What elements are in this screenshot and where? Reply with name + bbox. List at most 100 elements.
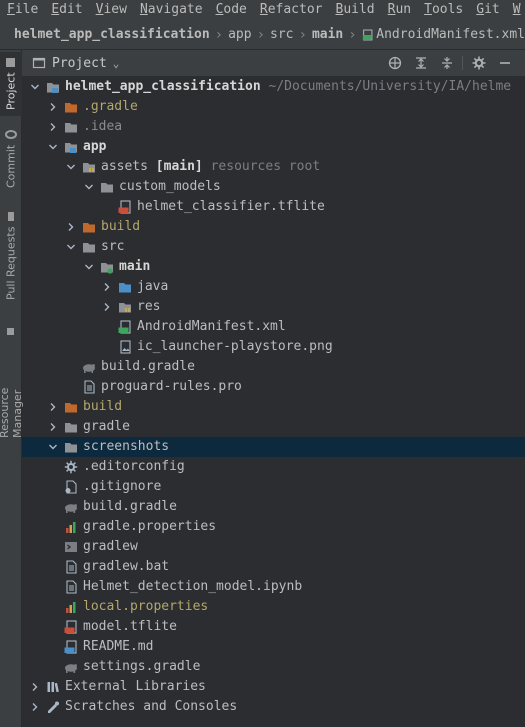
menu-item-code[interactable]: Code: [209, 0, 253, 20]
tree-row[interactable]: helmet_classifier.tflite: [22, 197, 525, 217]
tree-row[interactable]: local.properties: [22, 597, 525, 617]
tree-row[interactable]: custom_models: [22, 177, 525, 197]
menu-item-file[interactable]: File: [0, 0, 44, 20]
chevron-down-icon[interactable]: [82, 257, 96, 277]
breadcrumb-item[interactable]: src: [270, 27, 293, 42]
gear-icon[interactable]: [470, 54, 488, 72]
text-file-icon: [66, 580, 77, 594]
chevron-right-icon[interactable]: [100, 297, 114, 317]
tree-item-name: model.tflite: [83, 619, 177, 634]
hide-icon[interactable]: [496, 54, 514, 72]
tree-row[interactable]: .editorconfig: [22, 457, 525, 477]
manifest-file-icon: [362, 29, 373, 40]
tree-item-label: assets [main] resources root: [101, 157, 320, 177]
chevron-down-icon[interactable]: [64, 237, 78, 257]
menu-item-build[interactable]: Build: [329, 0, 381, 20]
tree-row[interactable]: model.tflite: [22, 617, 525, 637]
chevron-right-icon[interactable]: [46, 97, 60, 117]
tab-project[interactable]: Project: [0, 52, 22, 116]
chevron-right-icon[interactable]: [28, 677, 42, 697]
menu-item-w[interactable]: W: [506, 0, 525, 20]
tree-row[interactable]: res: [22, 297, 525, 317]
chevron-right-icon[interactable]: [100, 277, 114, 297]
tree-row[interactable]: proguard-rules.pro: [22, 377, 525, 397]
tree-row[interactable]: gradlew: [22, 537, 525, 557]
tree-item-label: build: [101, 217, 140, 237]
chevron-right-icon[interactable]: [28, 697, 42, 717]
chevron-down-icon[interactable]: [64, 157, 78, 177]
chevron-down-icon[interactable]: [82, 177, 96, 197]
scratches-icon: [48, 701, 59, 713]
tree-row[interactable]: Helmet_detection_model.ipynb: [22, 577, 525, 597]
project-panel-header: Project ⌄: [22, 50, 525, 76]
menu-item-navigate[interactable]: Navigate: [133, 0, 209, 20]
breadcrumb-item[interactable]: helmet_app_classification: [14, 27, 210, 42]
tree-row[interactable]: build: [22, 217, 525, 237]
tree-row[interactable]: helmet_app_classification ~/Documents/Un…: [22, 77, 525, 97]
chevron-right-icon[interactable]: [64, 217, 78, 237]
tree-row[interactable]: gradle.properties: [22, 517, 525, 537]
chevron-down-icon[interactable]: ⌄: [113, 57, 120, 70]
tflite-file-icon: [118, 200, 131, 214]
breadcrumb-file[interactable]: AndroidManifest.xml: [376, 27, 525, 42]
breadcrumb-item[interactable]: app: [228, 27, 251, 42]
tree-row[interactable]: .gradle: [22, 97, 525, 117]
tree-row[interactable]: .idea: [22, 117, 525, 137]
tree-item-name: build: [101, 219, 141, 234]
tab-pull-requests[interactable]: Pull Requests: [0, 206, 22, 306]
tree-row[interactable]: app: [22, 137, 525, 157]
tree-row[interactable]: build.gradle: [22, 357, 525, 377]
tree-row[interactable]: .gitignore: [22, 477, 525, 497]
tree-row[interactable]: build.gradle: [22, 497, 525, 517]
chevron-right-icon: ›: [298, 26, 307, 43]
resource-folder-icon: [119, 303, 131, 313]
tree-row[interactable]: java: [22, 277, 525, 297]
chevron-right-icon[interactable]: [46, 417, 60, 437]
tree-row[interactable]: assets [main] resources root: [22, 157, 525, 177]
tree-item-name: custom_models: [119, 179, 221, 194]
source-set-tag: [main]: [155, 159, 203, 174]
tree-item-label: .editorconfig: [83, 457, 185, 477]
properties-file-icon: [66, 522, 76, 533]
tree-row[interactable]: Scratches and Consoles: [22, 697, 525, 717]
menu-item-refactor[interactable]: Refactor: [253, 0, 329, 20]
menu-item-edit[interactable]: Edit: [44, 0, 88, 20]
chevron-right-icon[interactable]: [46, 117, 60, 137]
panel-title[interactable]: Project: [52, 56, 107, 71]
tree-row[interactable]: AndroidManifest.xml: [22, 317, 525, 337]
tree-row[interactable]: README.md: [22, 637, 525, 657]
tree-item-name: .editorconfig: [83, 459, 185, 474]
menu-item-view[interactable]: View: [89, 0, 133, 20]
chevron-down-icon[interactable]: [28, 77, 42, 97]
menu-item-git[interactable]: Git: [469, 0, 505, 20]
tree-item-label: local.properties: [83, 597, 208, 617]
commit-icon: [5, 130, 17, 139]
tree-row[interactable]: External Libraries: [22, 677, 525, 697]
breadcrumb-item[interactable]: main: [312, 27, 343, 42]
tree-row[interactable]: src: [22, 237, 525, 257]
chevron-down-icon[interactable]: [46, 437, 60, 457]
resource-folder-icon: [83, 163, 95, 173]
tab-commit[interactable]: Commit: [0, 130, 22, 188]
excluded-folder-icon: [65, 103, 77, 113]
tree-row[interactable]: gradle: [22, 417, 525, 437]
tree-row[interactable]: gradlew.bat: [22, 557, 525, 577]
tab-resource-manager-label: Resource Manager: [0, 387, 24, 438]
tree-item-name: gradlew: [83, 539, 138, 554]
tree-row[interactable]: build: [22, 397, 525, 417]
tree-row[interactable]: main: [22, 257, 525, 277]
tree-row[interactable]: ic_launcher-playstore.png: [22, 337, 525, 357]
tree-row[interactable]: settings.gradle: [22, 657, 525, 677]
gradle-elephant-icon: [65, 664, 77, 673]
menu-item-run[interactable]: Run: [381, 0, 417, 20]
tab-resource-manager[interactable]: Resource Manager: [0, 328, 24, 438]
tree-item-label: main: [119, 257, 150, 277]
globe-icon[interactable]: [386, 54, 404, 72]
expand-all-icon[interactable]: [412, 54, 430, 72]
collapse-all-icon[interactable]: [438, 54, 456, 72]
chevron-right-icon[interactable]: [46, 397, 60, 417]
chevron-down-icon[interactable]: [46, 137, 60, 157]
tree-row[interactable]: screenshots: [22, 437, 525, 457]
menu-item-tools[interactable]: Tools: [417, 0, 469, 20]
tree-item-name: AndroidManifest.xml: [137, 319, 286, 334]
